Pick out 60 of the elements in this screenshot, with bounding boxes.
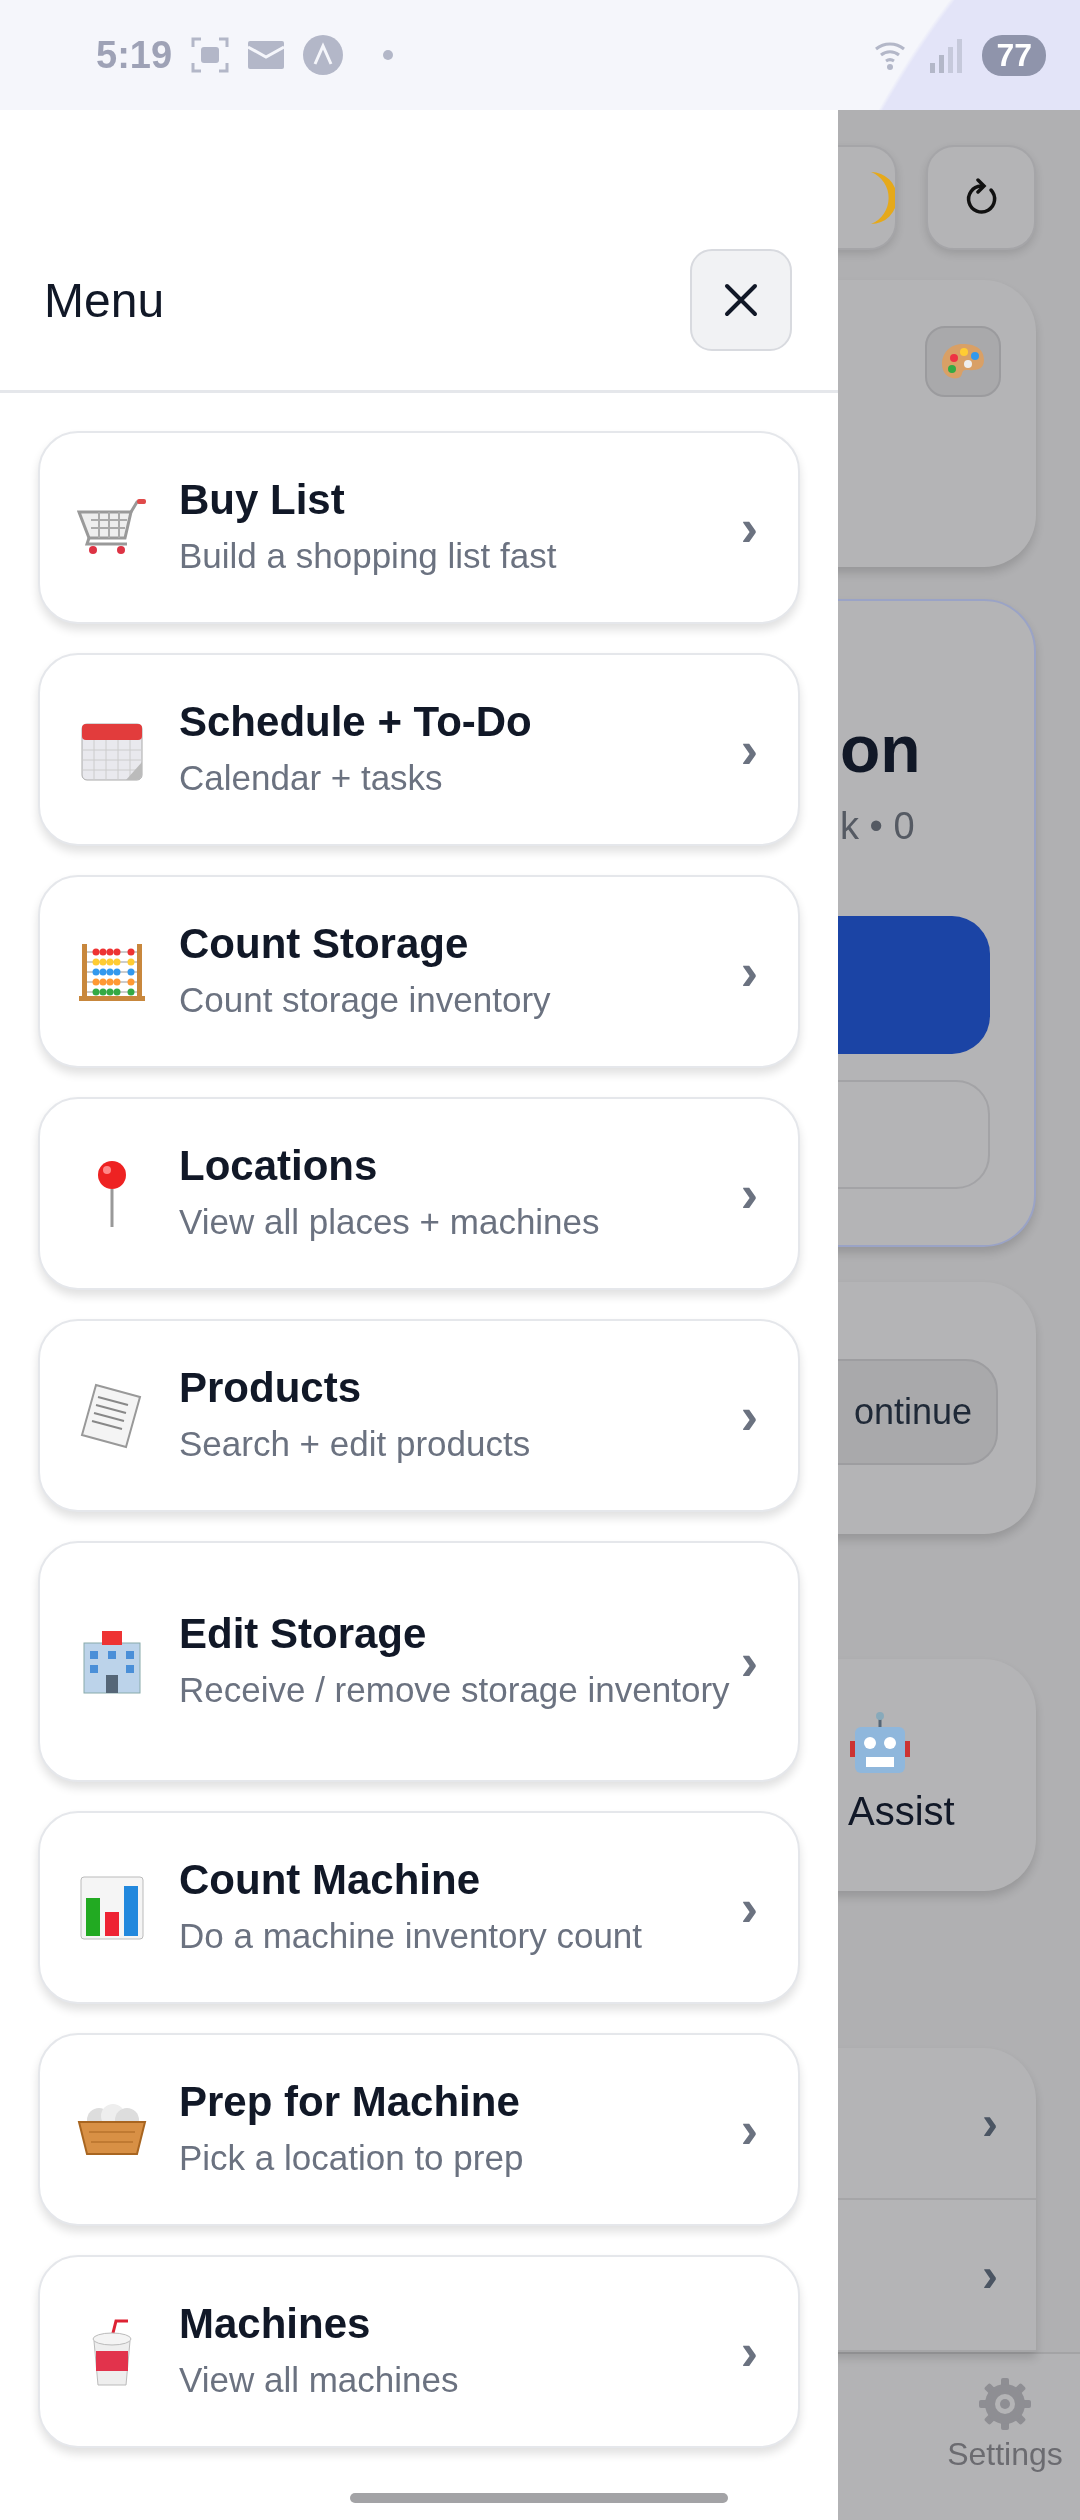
menu-item-subtitle: Calendar + tasks xyxy=(179,756,444,799)
menu-item-subtitle: Pick a location to prep xyxy=(179,2136,525,2179)
menu-item[interactable]: Prep for Machine Pick a location to prep › xyxy=(38,2033,800,2226)
app-icon xyxy=(302,34,345,76)
chevron: › xyxy=(740,1877,758,1938)
menu-item-subtitle: Build a shopping list fast xyxy=(179,534,558,577)
assist-tile[interactable]: Assist xyxy=(838,1659,1036,1891)
building-icon xyxy=(80,1628,144,1695)
menu-item-subtitle: View all machines xyxy=(179,2358,460,2401)
menu-item-title: Count Storage xyxy=(179,919,470,968)
bar-chart-icon xyxy=(80,1875,144,1940)
receipt-icon xyxy=(80,1382,144,1449)
menu-item-subtitle: Receive / remove storage inventory xyxy=(179,1668,731,1711)
signal-icon xyxy=(930,37,965,73)
chevron: › xyxy=(740,2099,758,2160)
close-button[interactable] xyxy=(690,249,792,351)
gear-icon xyxy=(977,2376,1033,2432)
card-stats: k • 0 xyxy=(840,804,915,848)
card-title: on xyxy=(840,710,921,787)
continue-button[interactable]: ontinue xyxy=(838,1358,998,1465)
menu-item-title: Buy List xyxy=(179,475,346,524)
dot-icon xyxy=(382,49,395,61)
chevron: › xyxy=(740,1163,758,1224)
refresh-button[interactable] xyxy=(925,145,1036,251)
chevron: › xyxy=(740,1385,758,1446)
menu-item[interactable]: Count Storage Count storage inventory › xyxy=(38,875,800,1068)
battery-indicator: 77 xyxy=(982,34,1046,76)
abacus-icon xyxy=(79,941,145,1002)
menu-item[interactable]: Locations View all places + machines › xyxy=(38,1097,800,1290)
menu-item-title: Prep for Machine xyxy=(179,2077,521,2126)
menu-item[interactable]: Edit Storage Receive / remove storage inventory › xyxy=(38,1541,800,1782)
menu-item[interactable]: Count Machine Do a machine inventory count › xyxy=(38,1811,800,2004)
chevron: › xyxy=(740,719,758,780)
menu-item-subtitle: View all places + machines xyxy=(179,1200,601,1243)
menu-item-title: Machines xyxy=(179,2299,372,2348)
chevron: › xyxy=(740,497,758,558)
menu-item-title: Products xyxy=(179,1363,363,1412)
screenshot-icon xyxy=(190,35,231,75)
assist-label: Assist xyxy=(848,1789,955,1835)
menu-title: Menu xyxy=(44,272,165,328)
status-time: 5:19 xyxy=(96,33,173,77)
menu-item-subtitle: Count storage inventory xyxy=(179,978,552,1021)
menu-item-subtitle: Search + edit products xyxy=(179,1422,532,1465)
menu-item-title: Locations xyxy=(179,1141,379,1190)
menu-item[interactable]: Buy List Build a shopping list fast › xyxy=(38,431,800,624)
menu-item-subtitle: Do a machine inventory count xyxy=(179,1914,644,1957)
menu-item-title: Schedule + To-Do xyxy=(179,697,533,746)
menu-item[interactable]: Machines View all machines › xyxy=(38,2255,800,2448)
menu-item[interactable]: Schedule + To-Do Calendar + tasks › xyxy=(38,653,800,846)
chevron: › xyxy=(740,2321,758,2382)
crescent-moon-icon xyxy=(870,169,895,226)
chevron: › xyxy=(982,2095,998,2151)
basket-icon xyxy=(77,2103,147,2156)
menu-item-title: Edit Storage xyxy=(179,1609,428,1658)
chevron: › xyxy=(740,941,758,1002)
menu-item[interactable]: Products Search + edit products › xyxy=(38,1319,800,1512)
chevron: › xyxy=(982,2247,998,2303)
menu-item-title: Count Machine xyxy=(179,1855,481,1904)
chevron: › xyxy=(740,1631,758,1692)
mail-icon xyxy=(248,41,285,69)
